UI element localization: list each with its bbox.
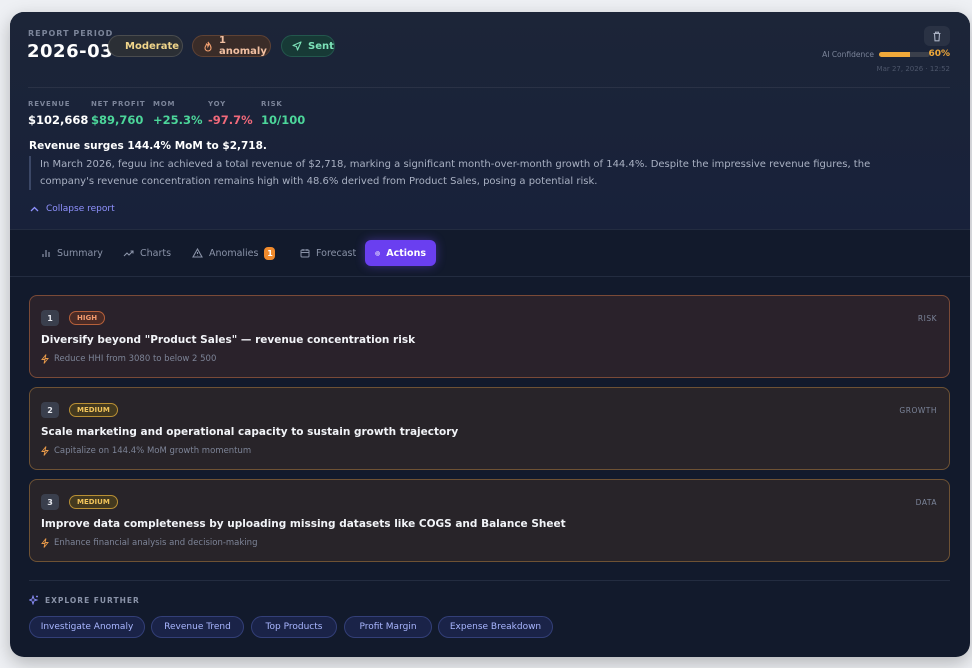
action-category: DATA	[915, 498, 937, 507]
explore-chip-investigate-anomaly[interactable]: Investigate Anomaly	[29, 616, 145, 638]
tab-anomalies[interactable]: Anomalies 1	[182, 240, 285, 266]
trash-icon	[933, 31, 941, 41]
action-detail: Reduce HHI from 3080 to below 2 500	[41, 354, 216, 364]
action-title: Scale marketing and operational capacity…	[41, 426, 459, 438]
collapse-report-label: Collapse report	[46, 204, 115, 214]
metric-value: -97.7%	[208, 113, 253, 127]
explore-chip-profit-margin[interactable]: Profit Margin	[344, 616, 432, 638]
anomaly-badge-label: 1 anomaly	[219, 35, 267, 57]
action-detail: Enhance financial analysis and decision-…	[41, 538, 257, 548]
action-item-1[interactable]: 1 HIGH RISK Diversify beyond "Product Sa…	[29, 295, 950, 378]
severity-badge: Moderate	[108, 35, 183, 57]
tab-forecast[interactable]: Forecast	[290, 240, 366, 266]
warning-triangle-icon	[192, 248, 203, 258]
sent-status-badge: Sent	[281, 35, 335, 57]
explore-chip-revenue-trend[interactable]: Revenue Trend	[151, 616, 244, 638]
ai-confidence-fill	[879, 52, 910, 57]
priority-badge: HIGH	[69, 311, 106, 325]
lightning-icon	[41, 538, 49, 548]
action-number: 3	[41, 494, 59, 510]
tab-summary[interactable]: Summary	[31, 240, 113, 266]
priority-badge: MEDIUM	[69, 403, 118, 417]
report-header: REPORT PERIOD 2026-03 Moderate 1 anomaly…	[10, 12, 970, 230]
delete-report-button[interactable]	[924, 26, 950, 46]
report-period-label: REPORT PERIOD	[28, 29, 114, 38]
metric-label: MOM	[153, 100, 176, 108]
explore-further-label: EXPLORE FURTHER	[29, 595, 140, 605]
report-tabs: Summary Charts Anomalies 1 Forecast Acti…	[10, 231, 970, 277]
report-period-value: 2026-03	[27, 41, 114, 62]
action-title: Improve data completeness by uploading m…	[41, 518, 566, 530]
action-item-2[interactable]: 2 MEDIUM GROWTH Scale marketing and oper…	[29, 387, 950, 470]
trend-line-icon	[123, 249, 134, 256]
severity-badge-label: Moderate	[125, 40, 180, 52]
anomaly-badge: 1 anomaly	[192, 35, 271, 57]
sent-status-label: Sent	[308, 40, 334, 52]
report-summary: In March 2026, feguu inc achieved a tota…	[29, 156, 919, 190]
lightning-icon	[41, 354, 49, 364]
anomaly-count-badge: 1	[264, 246, 276, 260]
action-item-3[interactable]: 3 MEDIUM DATA Improve data completeness …	[29, 479, 950, 562]
action-detail-text: Enhance financial analysis and decision-…	[54, 538, 258, 548]
explore-chip-top-products[interactable]: Top Products	[251, 616, 337, 638]
metric-value: 10/100	[261, 113, 306, 127]
chevron-up-icon	[30, 206, 39, 212]
send-icon	[292, 41, 302, 51]
metric-net-profit: NET PROFIT $89,760	[91, 100, 145, 127]
tab-actions[interactable]: Actions	[365, 240, 436, 266]
ai-confidence-label: AI Confidence	[822, 50, 874, 59]
report-headline: Revenue surges 144.4% MoM to $2,718.	[29, 140, 267, 152]
bar-chart-icon	[42, 250, 50, 257]
metric-label: NET PROFIT	[91, 100, 146, 108]
metric-label: YOY	[208, 100, 226, 108]
tab-label: Anomalies	[209, 247, 259, 259]
flame-icon	[204, 41, 212, 51]
action-detail-text: Reduce HHI from 3080 to below 2 500	[54, 354, 217, 364]
ai-confidence-bar	[879, 52, 930, 57]
action-category: RISK	[917, 314, 937, 323]
ai-confidence-value: 60%	[928, 49, 950, 59]
action-title: Diversify beyond "Product Sales" — reven…	[41, 334, 416, 346]
explore-further-text: EXPLORE FURTHER	[45, 595, 140, 605]
report-timestamp: Mar 27, 2026 · 12:52	[876, 65, 950, 73]
report-card: REPORT PERIOD 2026-03 Moderate 1 anomaly…	[10, 12, 970, 657]
metric-yoy: YOY -97.7%	[208, 100, 253, 127]
lightning-icon	[41, 446, 49, 456]
collapse-report-button[interactable]: Collapse report	[30, 204, 115, 214]
tab-label: Actions	[386, 247, 426, 259]
action-detail: Capitalize on 144.4% MoM growth momentum	[41, 446, 251, 456]
tab-label: Forecast	[316, 247, 357, 259]
action-detail-text: Capitalize on 144.4% MoM growth momentum	[54, 446, 252, 456]
metric-mom: MOM +25.3%	[153, 100, 203, 127]
explore-divider	[29, 580, 950, 581]
metric-revenue: REVENUE $102,668	[28, 100, 88, 127]
calendar-icon	[300, 249, 310, 258]
action-category: GROWTH	[899, 406, 937, 415]
metric-label: REVENUE	[28, 100, 71, 108]
priority-badge: MEDIUM	[69, 495, 118, 509]
metric-value: $89,760	[91, 113, 144, 127]
sparkle-icon	[29, 595, 39, 605]
tab-label: Summary	[57, 247, 103, 259]
tab-charts[interactable]: Charts	[113, 240, 181, 266]
action-number: 1	[41, 310, 59, 326]
header-divider	[28, 87, 950, 88]
action-number: 2	[41, 402, 59, 418]
metric-label: RISK	[261, 100, 283, 108]
explore-chip-expense-breakdown[interactable]: Expense Breakdown	[438, 616, 553, 638]
target-icon	[375, 250, 381, 256]
tab-label: Charts	[140, 247, 172, 259]
metric-value: +25.3%	[153, 113, 203, 127]
metric-value: $102,668	[28, 113, 89, 127]
metric-risk: RISK 10/100	[261, 100, 305, 127]
